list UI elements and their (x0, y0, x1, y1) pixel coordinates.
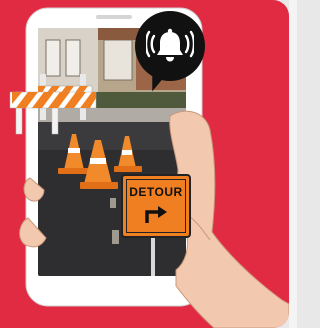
page-gutter (289, 0, 297, 328)
promo-card: DETOUR (0, 0, 289, 328)
detour-sign-label: DETOUR (129, 185, 183, 199)
detour-sign: DETOUR (121, 174, 191, 238)
bell-ringing-icon (135, 11, 205, 81)
turn-right-arrow-icon (145, 206, 167, 223)
